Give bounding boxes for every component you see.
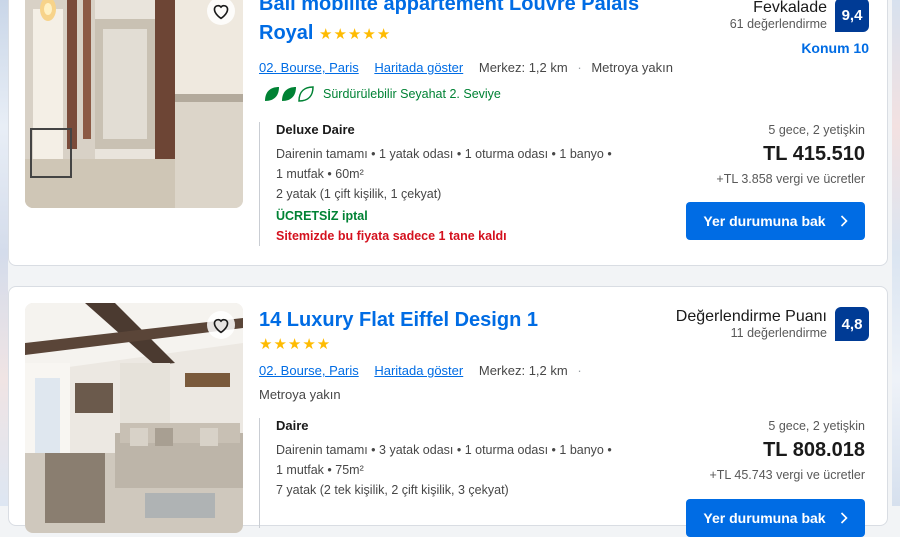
review-count: 11 değerlendirme [730,326,827,340]
price: TL 808.018 [763,439,865,461]
taxes-and-fees: +TL 45.743 vergi ve ücretler [709,468,865,482]
room-name: Deluxe Daire [276,122,355,137]
chevron-right-icon [840,512,848,524]
property-card: 14 Luxury Flat Eiffel Design 1 ★★★★★ 02.… [8,286,888,537]
center-distance: Merkez: 1,2 km [478,60,568,75]
room-description: Dairenin tamamı • 3 yatak odası • 1 otur… [276,443,612,457]
property-title[interactable]: Bail mobilité appartement Louvre Palais … [259,0,689,49]
background-edge-right [892,0,900,506]
room-description-cont: 1 mutfak • 60m² [276,167,364,181]
bed-info: 7 yatak (2 tek kişilik, 2 çift kişilik, … [276,483,509,497]
separator-dot: · [577,60,582,75]
metro-line: Metroya yakın [259,387,341,402]
price-block: 5 gece, 2 yetişkin TL 415.510 +TL 3.858 … [716,123,865,186]
room-name: Daire [276,418,309,433]
see-availability-label: Yer durumuna bak [703,510,826,526]
property-photo[interactable] [25,303,243,533]
room-description-cont: 1 mutfak • 75m² [276,463,364,477]
favorite-button[interactable] [207,311,235,339]
room-details: Deluxe Daire Dairenin tamamı • 1 yatak o… [259,122,656,246]
review-score[interactable]: Değerlendirme Puanı 11 değerlendirme 4,8 [676,307,869,341]
property-title-text[interactable]: Bail mobilité appartement Louvre Palais … [259,0,639,44]
see-availability-label: Yer durumuna bak [703,213,826,229]
stay-summary: 5 gece, 2 yetişkin [768,123,865,137]
review-count: 61 değerlendirme [729,17,827,31]
sustainability-badge[interactable]: Sürdürülebilir Seyahat 2. Seviye [263,85,501,103]
property-card: Bail mobilité appartement Louvre Palais … [8,0,888,266]
room-details: Daire Dairenin tamamı • 3 yatak odası • … [259,418,656,528]
price-block: 5 gece, 2 yetişkin TL 808.018 +TL 45.743… [709,419,865,482]
district-link[interactable]: 02. Bourse, Paris [259,363,359,378]
room-description: Dairenin tamamı • 1 yatak odası • 1 otur… [276,147,612,161]
separator-dot: · [577,363,582,378]
show-on-map-link[interactable]: Haritada göster [374,60,463,75]
center-distance: Merkez: 1,2 km [478,363,568,378]
see-availability-button[interactable]: Yer durumuna bak [686,202,865,240]
district-link[interactable]: 02. Bourse, Paris [259,60,359,75]
heart-icon [213,318,229,334]
score-badge: 4,8 [835,307,869,341]
apartment-photo-image [25,0,243,208]
chevron-right-icon [840,215,848,227]
metro-note: Metroya yakın [591,60,673,75]
star-rating: ★★★★★ [319,26,392,43]
free-cancellation: ÜCRETSİZ iptal [276,209,368,223]
rating-word: Fevkalade [753,0,827,16]
background-edge-left [0,0,8,506]
star-rating: ★★★★★ [259,336,332,353]
show-on-map-link[interactable]: Haritada göster [374,363,463,378]
bed-info: 2 yatak (1 çift kişilik, 1 çekyat) [276,187,442,201]
location-line: 02. Bourse, Paris Haritada göster Merkez… [259,60,673,75]
sustainability-label: Sürdürülebilir Seyahat 2. Seviye [323,87,501,101]
taxes-and-fees: +TL 3.858 vergi ve ücretler [716,172,865,186]
price: TL 415.510 [763,143,865,165]
review-score[interactable]: Fevkalade 61 değerlendirme 9,4 [730,0,869,32]
location-line: 02. Bourse, Paris Haritada göster Merkez… [259,363,588,378]
apartment-photo-image [25,303,243,533]
metro-note: Metroya yakın [259,387,341,402]
leaf-icon [265,86,314,102]
score-badge: 9,4 [835,0,869,32]
location-score: Konum 10 [801,40,869,56]
see-availability-button[interactable]: Yer durumuna bak [686,499,865,537]
scarcity-message: Sitemizde bu fiyata sadece 1 tane kaldı [276,229,507,243]
property-title-text[interactable]: 14 Luxury Flat Eiffel Design 1 [259,309,538,331]
heart-icon [213,4,229,20]
property-photo[interactable] [25,0,243,208]
property-title[interactable]: 14 Luxury Flat Eiffel Design 1 [259,306,659,335]
stay-summary: 5 gece, 2 yetişkin [768,419,865,433]
rating-word: Değerlendirme Puanı [675,308,827,325]
